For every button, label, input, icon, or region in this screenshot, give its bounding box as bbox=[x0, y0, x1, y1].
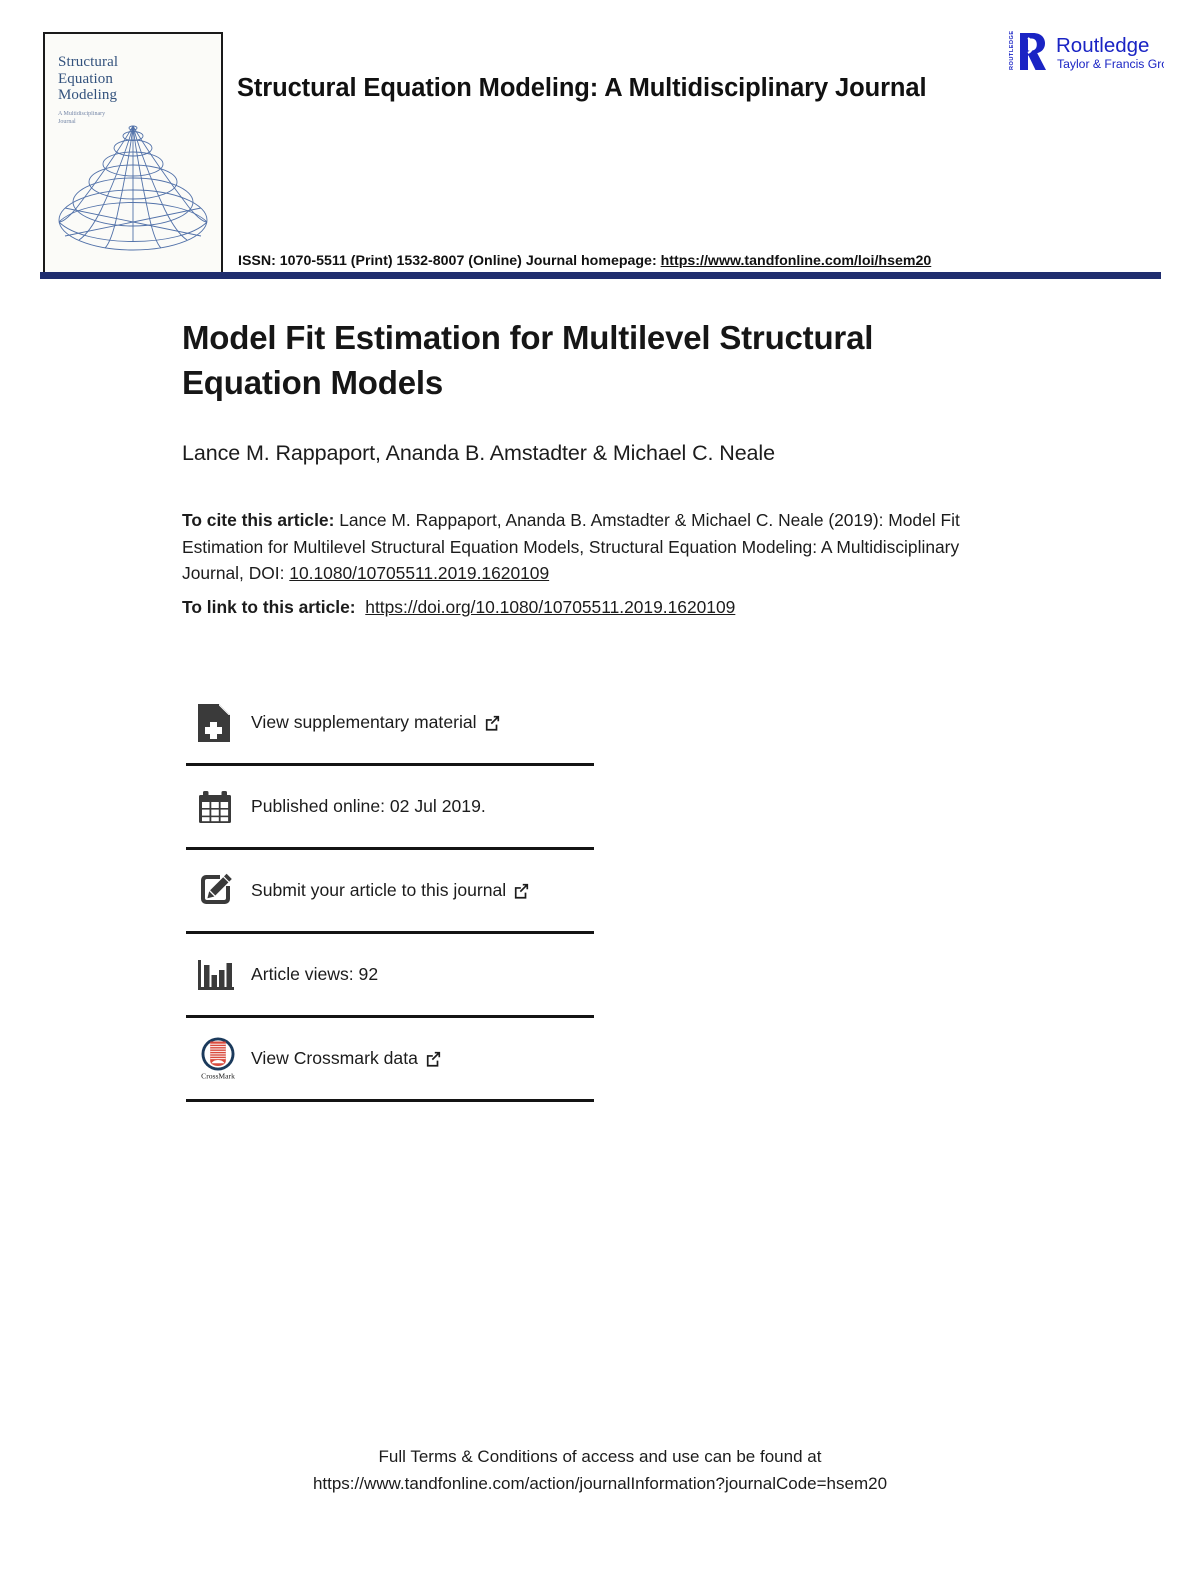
journal-header: Structural Equation Modeling A Multidisc… bbox=[0, 0, 1200, 282]
routledge-logo[interactable]: ROUTLEDGE Routledge Taylor & Francis Gro… bbox=[1004, 26, 1164, 76]
journal-title: Structural Equation Modeling: A Multidis… bbox=[237, 74, 927, 102]
action-divider bbox=[186, 1099, 594, 1102]
issn-line: ISSN: 1070-5511 (Print) 1532-8007 (Onlin… bbox=[238, 253, 931, 269]
citation-block: To cite this article: Lance M. Rappaport… bbox=[182, 507, 982, 587]
action-label: Article views: 92 bbox=[251, 964, 378, 985]
action-label: Submit your article to this journal bbox=[251, 880, 530, 901]
header-rule-divider bbox=[40, 272, 1161, 279]
bar-chart-icon bbox=[197, 952, 243, 998]
external-link-icon bbox=[485, 715, 499, 731]
action-view-supplementary-material[interactable]: View supplementary material bbox=[186, 682, 594, 763]
action-article-views: Article views: 92 bbox=[186, 934, 594, 1015]
footer-terms-line: Full Terms & Conditions of access and us… bbox=[378, 1447, 822, 1466]
action-label: View Crossmark data bbox=[251, 1048, 442, 1069]
action-label: Published online: 02 Jul 2019. bbox=[251, 796, 486, 817]
journal-homepage-link[interactable]: https://www.tandfonline.com/loi/hsem20 bbox=[661, 253, 932, 269]
pencil-square-icon bbox=[197, 868, 243, 914]
svg-text:Taylor & Francis Group: Taylor & Francis Group bbox=[1057, 57, 1164, 71]
article-actions-list: View supplementary material Published on… bbox=[186, 682, 594, 1102]
cover-subtitle: A Multidisciplinary Journal bbox=[58, 111, 106, 125]
footer-journal-info-url[interactable]: https://www.tandfonline.com/action/journ… bbox=[0, 1470, 1200, 1497]
page-footer: Full Terms & Conditions of access and us… bbox=[0, 1443, 1200, 1497]
cover-title: Structural Equation Modeling bbox=[58, 54, 119, 103]
calendar-icon bbox=[197, 784, 243, 830]
article-authors: Lance M. Rappaport, Ananda B. Amstadter … bbox=[182, 441, 775, 465]
citation-doi-link[interactable]: 10.1080/10705511.2019.1620109 bbox=[289, 563, 549, 583]
article-doi-url[interactable]: https://doi.org/10.1080/10705511.2019.16… bbox=[365, 597, 735, 617]
action-text: Article views: 92 bbox=[251, 964, 379, 984]
external-link-icon bbox=[426, 1051, 441, 1067]
action-published-online: Published online: 02 Jul 2019. bbox=[186, 766, 594, 847]
action-text: View supplementary material bbox=[251, 712, 477, 732]
issn-text: ISSN: 1070-5511 (Print) 1532-8007 (Onlin… bbox=[238, 253, 661, 269]
action-label: View supplementary material bbox=[251, 712, 501, 733]
svg-text:ROUTLEDGE: ROUTLEDGE bbox=[1009, 30, 1015, 70]
article-link-label: To link to this article: bbox=[182, 597, 356, 617]
document-plus-icon bbox=[197, 700, 243, 746]
citation-label: To cite this article: bbox=[182, 510, 335, 530]
crossmark-icon: CrossMark bbox=[197, 1036, 243, 1082]
action-submit-article[interactable]: Submit your article to this journal bbox=[186, 850, 594, 931]
svg-text:CrossMark: CrossMark bbox=[201, 1071, 235, 1080]
page-title: Model Fit Estimation for Multilevel Stru… bbox=[182, 319, 874, 401]
article-link-block: To link to this article: https://doi.org… bbox=[182, 594, 982, 620]
action-text: Submit your article to this journal bbox=[251, 880, 507, 900]
action-view-crossmark-data[interactable]: CrossMark View Crossmark data bbox=[186, 1018, 594, 1099]
action-text: Published online: 02 Jul 2019. bbox=[251, 796, 486, 816]
external-link-icon bbox=[515, 883, 529, 899]
action-text: View Crossmark data bbox=[251, 1048, 418, 1068]
journal-cover-thumbnail[interactable]: Structural Equation Modeling A Multidisc… bbox=[43, 32, 223, 274]
svg-text:Routledge: Routledge bbox=[1056, 34, 1149, 57]
